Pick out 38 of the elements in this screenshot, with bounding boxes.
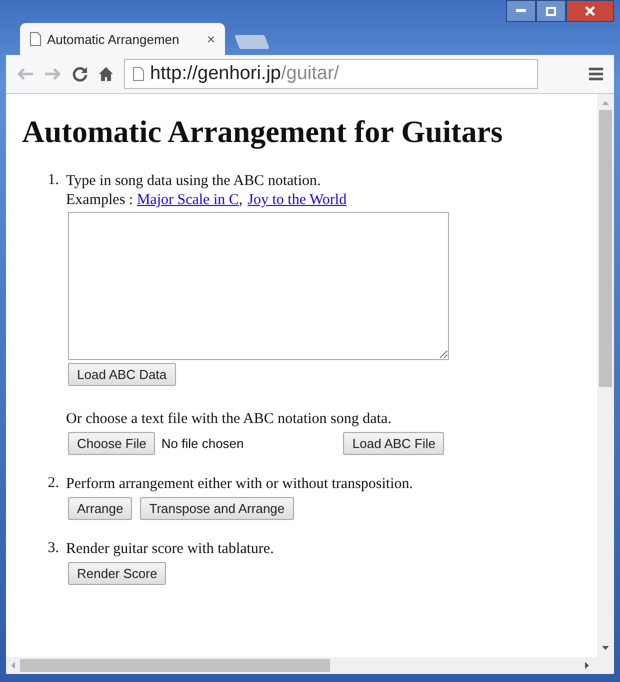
page-icon [133, 67, 144, 81]
step-number: 1. [46, 172, 60, 190]
minimize-icon [516, 9, 526, 13]
load-data-button[interactable]: Load ABC Data [68, 363, 176, 386]
browser-tab[interactable]: Automatic Arrangemen × [20, 23, 225, 55]
file-instruction: Or choose a text file with the ABC notation song data. [66, 410, 392, 429]
page-icon [30, 32, 41, 46]
close-window-button[interactable] [566, 0, 614, 22]
maximize-button[interactable] [536, 0, 566, 22]
step-number: 3. [46, 540, 60, 558]
maximize-icon [546, 6, 556, 16]
scroll-down-icon[interactable] [602, 645, 610, 651]
step-text: Render guitar score with tablature. [66, 540, 274, 559]
minimize-button[interactable] [506, 0, 536, 22]
choose-file-button[interactable]: Choose File [68, 432, 156, 455]
home-icon[interactable] [98, 66, 114, 82]
step-text: Type in song data using the ABC notation. [66, 172, 321, 191]
abc-input-field[interactable] [68, 212, 449, 360]
menu-icon[interactable] [588, 67, 604, 81]
scrollbar-thumb[interactable] [20, 659, 330, 672]
scroll-right-icon[interactable] [584, 662, 590, 670]
load-file-button[interactable]: Load ABC File [343, 432, 444, 455]
step-number: 2. [46, 475, 60, 493]
example-link[interactable]: Major Scale in C [136, 191, 239, 210]
page-heading: Automatic Arrangement for Guitars [22, 114, 504, 150]
close-icon [585, 6, 595, 16]
reload-icon[interactable] [72, 66, 88, 82]
step-text: Perform arrangement either with or without transposition. [66, 475, 413, 494]
action-button[interactable]: Render Score [68, 562, 166, 585]
example-link[interactable]: Joy to the World [248, 191, 347, 210]
file-status: No file chosen [161, 436, 245, 451]
address-bar[interactable]: http://genhori.jp/guitar/ [124, 59, 538, 89]
separator: , [238, 191, 243, 210]
action-button[interactable]: Transpose and Arrange [140, 497, 294, 520]
action-button[interactable]: Arrange [68, 497, 132, 520]
examples-label: Examples : [66, 191, 134, 210]
close-tab-button[interactable]: × [206, 31, 215, 47]
scrollbar-thumb[interactable] [599, 110, 612, 387]
